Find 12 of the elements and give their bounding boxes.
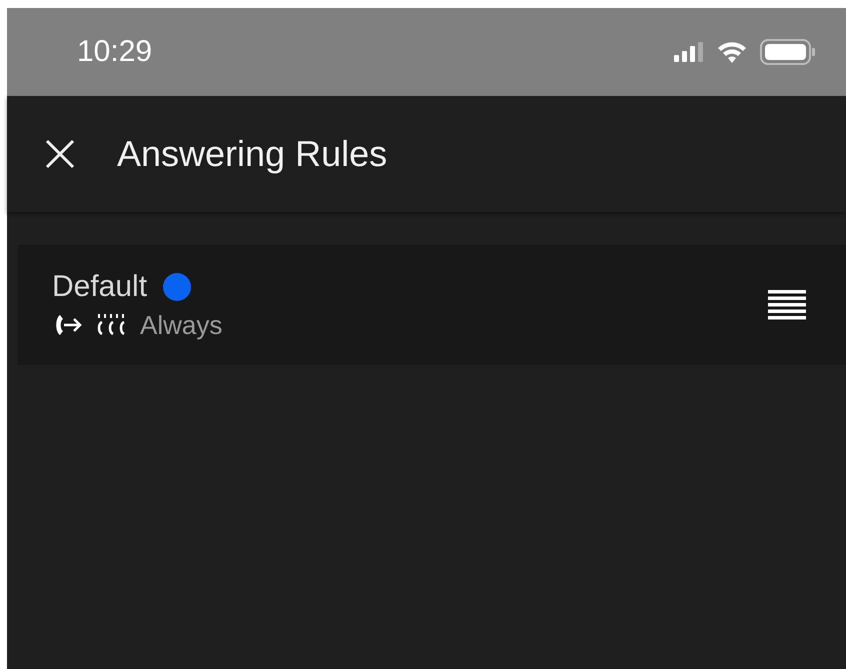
status-time: 10:29	[77, 35, 152, 69]
rule-name: Default	[52, 270, 148, 304]
wifi-icon	[718, 42, 746, 62]
menu-icon	[768, 290, 806, 320]
screen-title: Answering Rules	[117, 133, 388, 175]
signal-icon	[674, 42, 704, 62]
close-icon	[45, 139, 75, 169]
battery-icon	[760, 39, 816, 65]
menu-button[interactable]	[768, 290, 806, 320]
close-button[interactable]	[45, 139, 75, 169]
rule-schedule: Always	[140, 310, 222, 340]
rule-card[interactable]: Default Always	[18, 245, 846, 365]
